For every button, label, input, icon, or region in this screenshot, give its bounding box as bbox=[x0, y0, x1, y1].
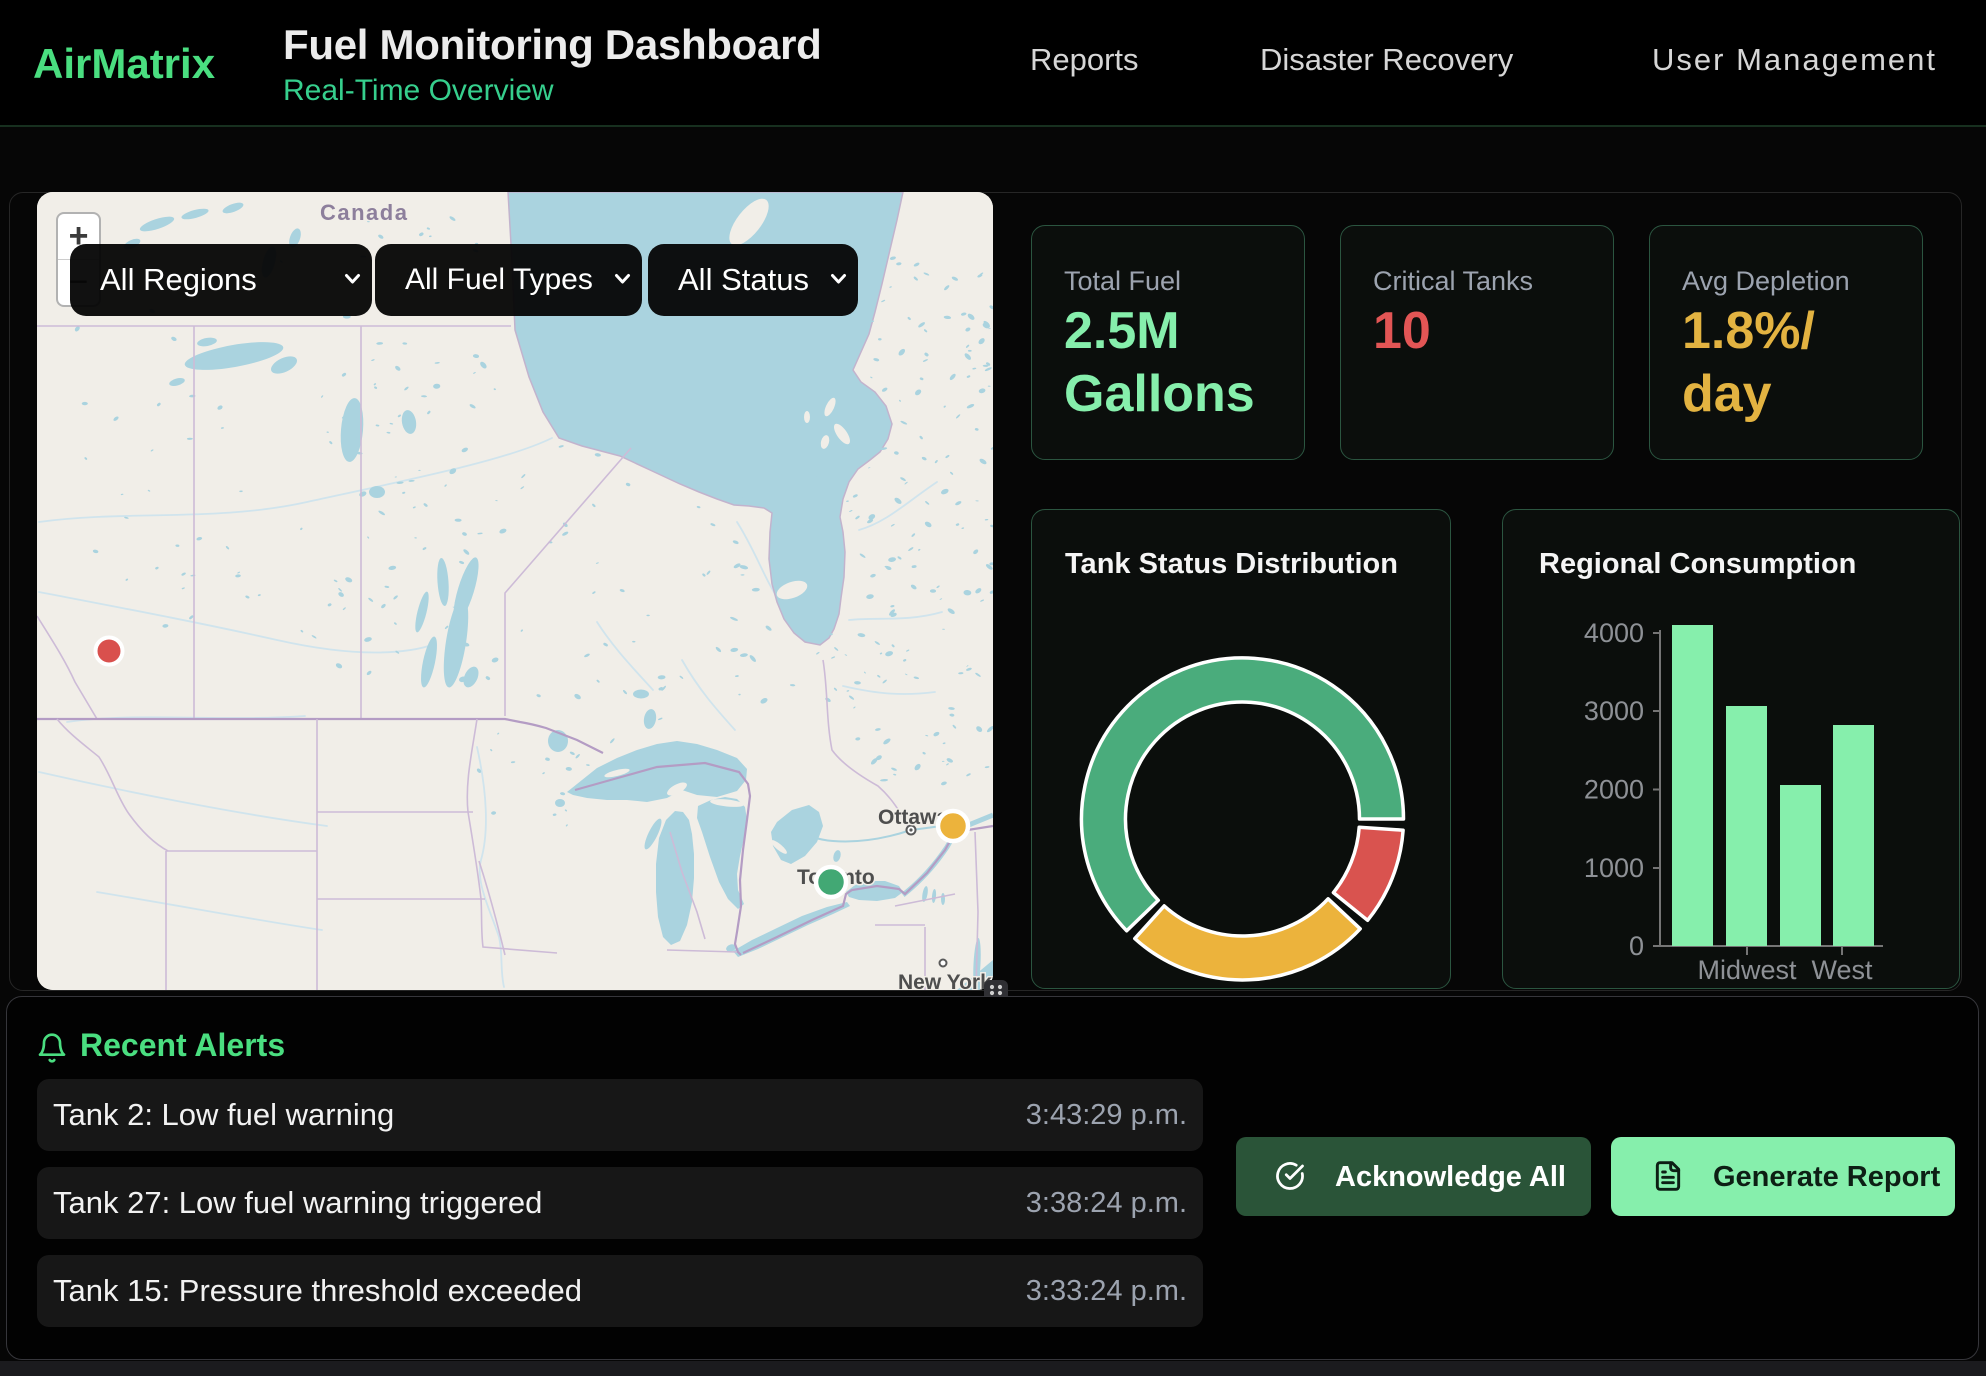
svg-text:1000: 1000 bbox=[1584, 853, 1644, 883]
svg-text:4000: 4000 bbox=[1584, 618, 1644, 648]
svg-text:Canada: Canada bbox=[320, 200, 408, 225]
svg-text:Midwest: Midwest bbox=[1697, 955, 1797, 985]
svg-text:West: West bbox=[1811, 955, 1873, 985]
svg-text:2000: 2000 bbox=[1584, 775, 1644, 805]
svg-text:3000: 3000 bbox=[1584, 696, 1644, 726]
svg-text:0: 0 bbox=[1629, 931, 1644, 961]
svg-text:New York: New York bbox=[898, 971, 992, 990]
